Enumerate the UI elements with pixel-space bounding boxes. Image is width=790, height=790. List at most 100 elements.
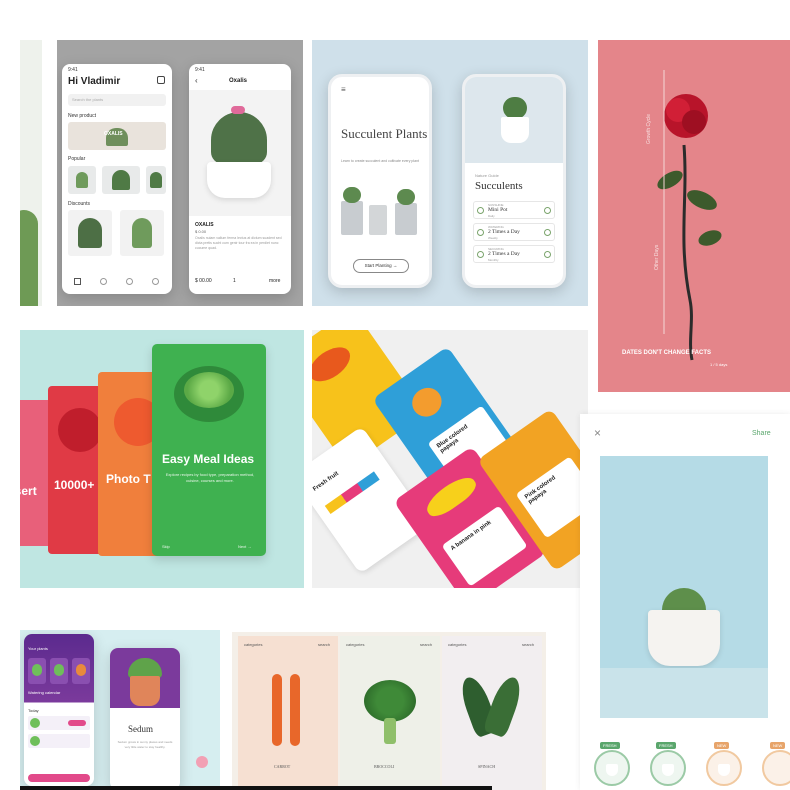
intro-title: Succulent Plants: [341, 126, 428, 141]
plant-icon: [78, 218, 102, 248]
popular-item-2[interactable]: [102, 166, 140, 194]
skip-button[interactable]: Skip: [162, 544, 170, 549]
pea-bowl: [174, 366, 244, 422]
peas: [184, 372, 234, 408]
new-product-banner[interactable]: OXALIS: [68, 122, 166, 150]
check-icon: [544, 251, 551, 258]
inspiration-collage: 9:41 Hi Vladimir Search the plants New p…: [0, 0, 790, 790]
thumbnail-option[interactable]: [650, 750, 686, 786]
fruit-info-card: Pink colored papaya: [515, 456, 588, 539]
more-link[interactable]: more: [269, 278, 280, 284]
categories-link[interactable]: categories: [244, 642, 262, 647]
care-row[interactable]: SUNSHINE Mini Pot Daily: [473, 201, 555, 219]
care-row[interactable]: WATERING 2 Times a Day Weekly: [473, 223, 555, 241]
vegetable-screen[interactable]: categories search BROCCOLI: [340, 636, 440, 790]
close-icon[interactable]: ×: [594, 426, 601, 440]
vegetable-screen[interactable]: categories search SPINACH: [442, 636, 542, 790]
categories-link[interactable]: categories: [346, 642, 364, 647]
guide-title: Succulents: [475, 180, 523, 192]
popular-item-1[interactable]: [68, 166, 96, 194]
pot-icon: [395, 203, 417, 235]
task-row[interactable]: [28, 734, 90, 748]
card-title: 10000+: [54, 478, 95, 492]
categories-link[interactable]: categories: [448, 642, 466, 647]
side-label: Other Days: [654, 244, 660, 270]
home-icon[interactable]: [74, 278, 81, 285]
care-sub: Daily: [488, 214, 495, 218]
banana-icon: [421, 471, 481, 522]
thumbnail-option[interactable]: [594, 750, 630, 786]
start-planting-button[interactable]: Start Planting →: [353, 259, 409, 273]
profile-icon[interactable]: [152, 278, 159, 285]
rose-poster[interactable]: Growth Cycle Other Days DATES DON'T CHAN…: [598, 40, 790, 392]
white-pot: [207, 162, 271, 198]
plant-description: Oxalis nuiam vallum ferma lectus at dict…: [195, 236, 282, 250]
search-icon[interactable]: [100, 278, 107, 285]
water-icon: [477, 229, 484, 236]
search-link[interactable]: search: [522, 642, 534, 647]
plant-thumb[interactable]: [72, 658, 90, 684]
pot-icon: [477, 251, 484, 258]
thumbnail-tag: FRESH: [656, 742, 676, 749]
pot-icon: [662, 764, 674, 776]
vegetable-name: CARROT: [274, 764, 291, 769]
card-title: A banana in pink: [449, 519, 493, 553]
plant-icon: [112, 170, 130, 190]
plant-thumb[interactable]: [50, 658, 68, 684]
cactus-shape: [211, 112, 267, 164]
sedum-app-mockup[interactable]: Your plants Watering calendar Today Sedu…: [20, 630, 220, 790]
recipe-card-meal-ideas[interactable]: Easy Meal Ideas Explore recipes by food …: [152, 344, 266, 556]
cart-icon[interactable]: [157, 76, 165, 84]
plant-share-mockup[interactable]: × Share FRESH FRESH NEW NEW: [580, 414, 790, 790]
carrot-icon: [272, 674, 282, 746]
fruit-app-mockup[interactable]: Blue colored papaya Fresh fruit A banana…: [312, 330, 588, 588]
decorative-dot: [196, 756, 208, 768]
search-link[interactable]: search: [318, 642, 330, 647]
vegetable-screen[interactable]: categories search CARROT: [238, 636, 338, 790]
check-icon: [544, 207, 551, 214]
plant-icon: [30, 736, 40, 746]
plant-shop-mockup[interactable]: 9:41 Hi Vladimir Search the plants New p…: [57, 40, 303, 306]
task-row[interactable]: [28, 716, 90, 730]
search-input[interactable]: Search the plants: [68, 94, 166, 106]
today-label: Today: [28, 708, 39, 713]
succulent-pots: [337, 183, 427, 241]
next-button[interactable]: Next →: [238, 544, 251, 549]
cactus-strip-image[interactable]: [20, 40, 42, 306]
pot-icon: [606, 764, 618, 776]
card-title: ssert: [20, 484, 37, 498]
thumbnail-option[interactable]: [762, 750, 790, 786]
succulent-app-mockup[interactable]: ≡ Succulent Plants Learn to create succu…: [312, 40, 588, 306]
care-sub: Weekly: [488, 236, 498, 240]
discount-item-1[interactable]: [68, 210, 112, 256]
plant-icon: [397, 189, 415, 205]
vegetable-app-mockup[interactable]: categories search CARROT categories sear…: [232, 632, 546, 790]
heart-icon[interactable]: [126, 278, 133, 285]
banner-label: OXALIS: [104, 131, 123, 137]
cactus-shape: [20, 210, 38, 306]
share-button[interactable]: Share: [752, 430, 771, 437]
plant-icon: [150, 172, 162, 188]
plant-photo: [189, 90, 291, 216]
plant-sub: $ 0.00: [195, 229, 207, 234]
thumbnail-option[interactable]: [706, 750, 742, 786]
discount-item-2[interactable]: [120, 210, 164, 256]
status-time: 9:41: [195, 67, 205, 73]
plant-thumb[interactable]: [28, 658, 46, 684]
plant-icon: [30, 718, 40, 728]
care-value: 2 Times a Day: [488, 251, 520, 257]
recipe-app-mockup[interactable]: ssert 10000+ Photo T Easy Meal Ideas Exp…: [20, 330, 304, 588]
popular-item-3[interactable]: [146, 166, 166, 194]
card-title: Photo T: [106, 472, 151, 486]
plant-shop-home-phone: 9:41 Hi Vladimir Search the plants New p…: [62, 64, 172, 294]
plant-list-phone: Your plants Watering calendar Today: [24, 634, 94, 786]
plant-icon: [343, 187, 361, 203]
care-value: Mini Pot: [488, 207, 508, 213]
care-row[interactable]: SECURING 2 Times a Day Monthly: [473, 245, 555, 263]
menu-icon[interactable]: ≡: [341, 85, 346, 94]
quantity-stepper[interactable]: 1: [233, 278, 236, 284]
search-link[interactable]: search: [420, 642, 432, 647]
bottom-bar[interactable]: [28, 774, 90, 782]
back-icon[interactable]: ‹: [195, 76, 198, 85]
vegetable-name: SPINACH: [478, 764, 496, 769]
